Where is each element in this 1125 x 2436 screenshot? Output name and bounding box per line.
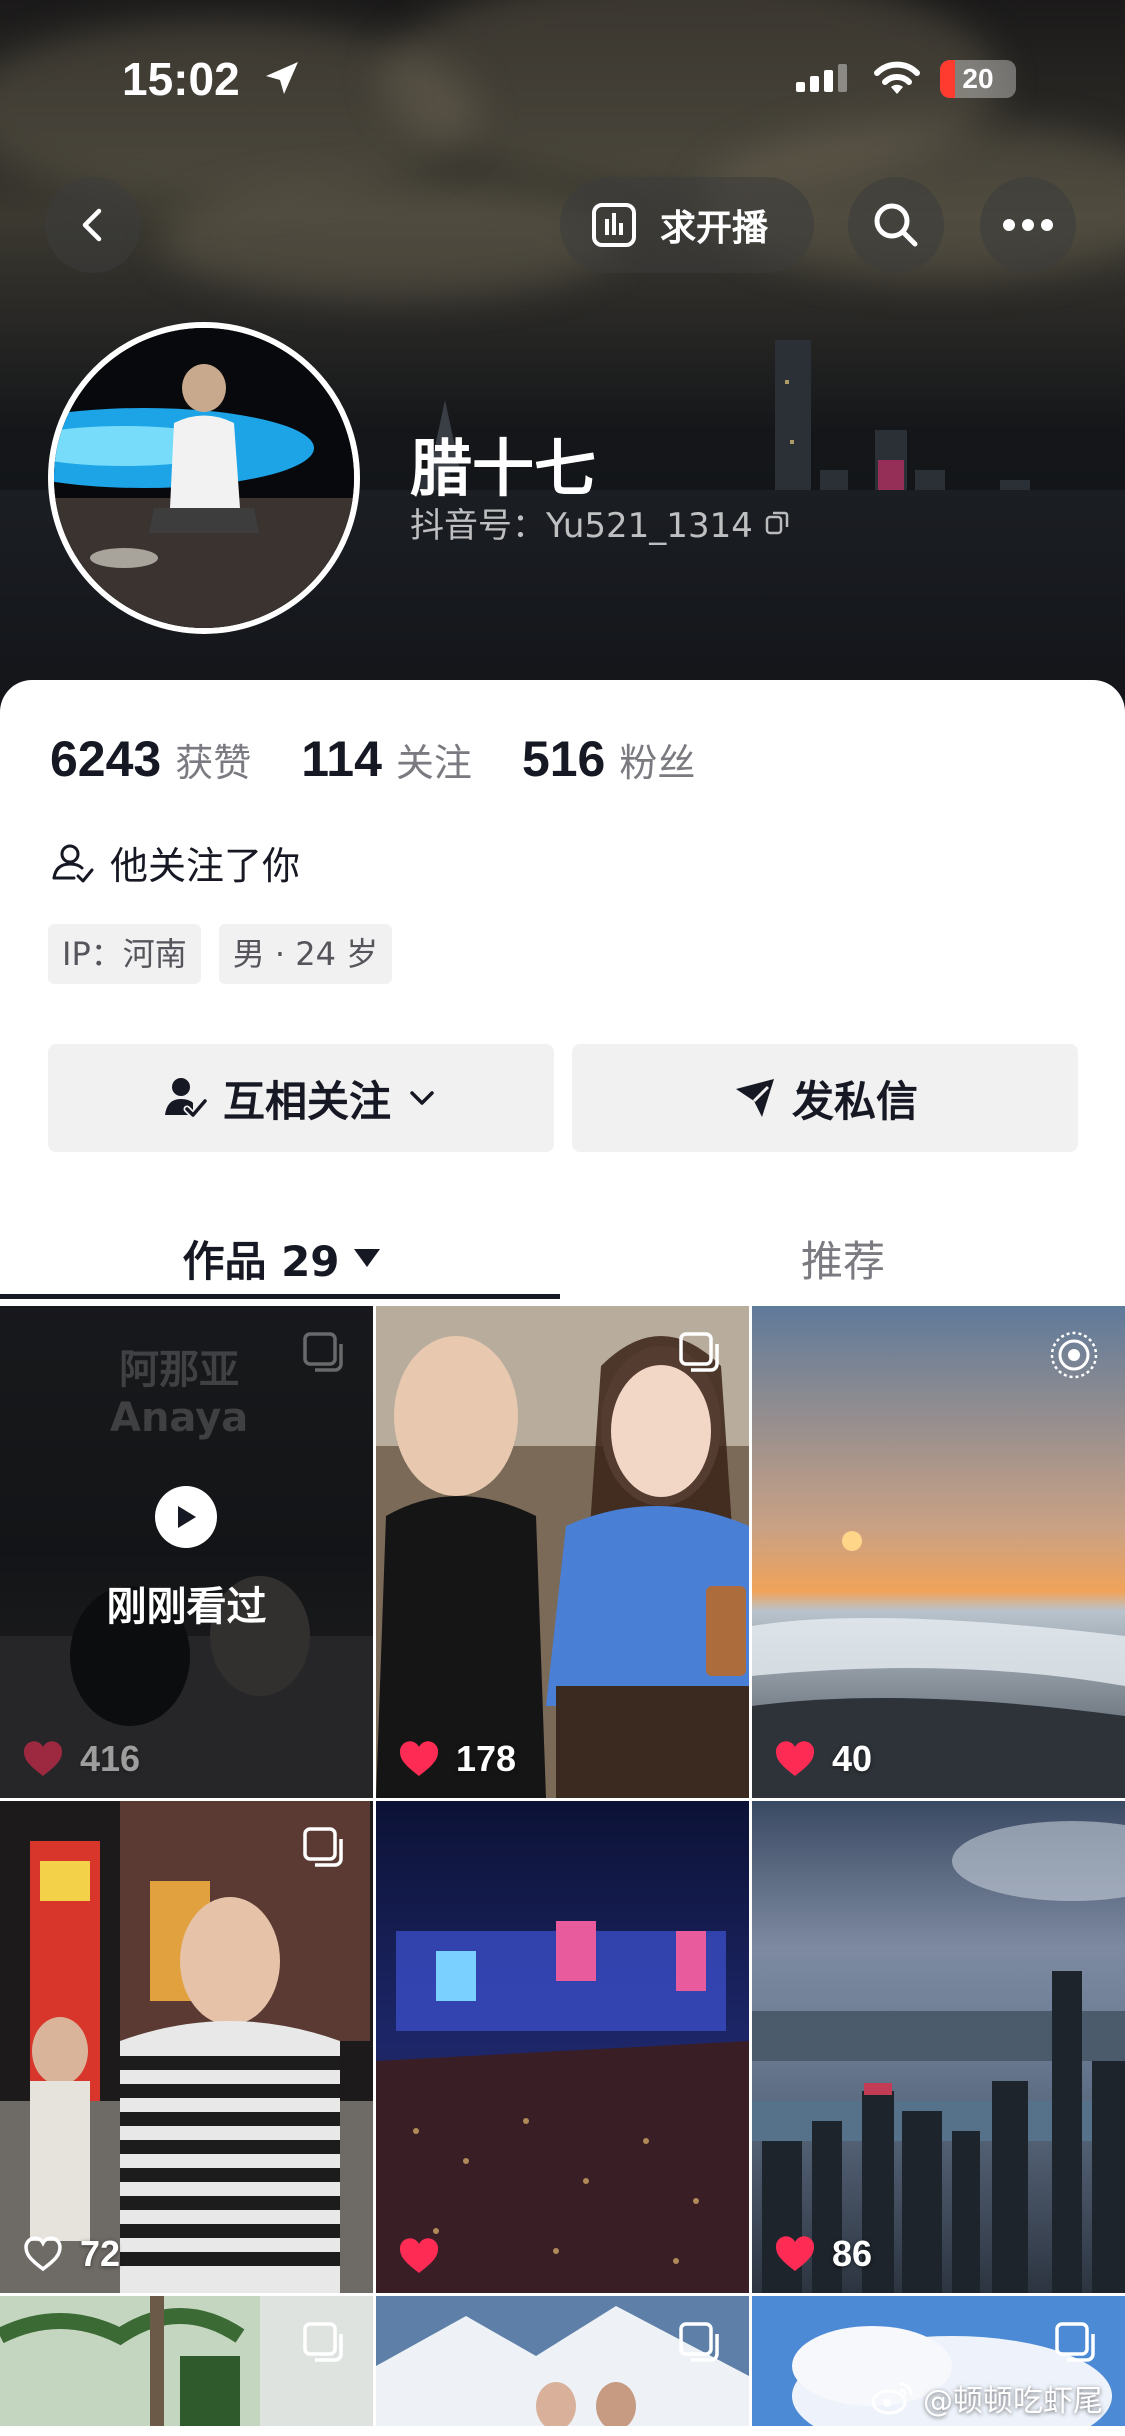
tab-recommend-label: 推荐: [800, 1236, 885, 1286]
video-thumbnail: [752, 1801, 1125, 2293]
video-tile[interactable]: 阿那亚 Anaya 刚刚看过 416: [0, 1306, 373, 1798]
chevron-left-icon: [82, 208, 102, 242]
send-message-label: 发私信: [791, 1076, 918, 1126]
like-count-value: 416: [80, 1738, 141, 1779]
more-button[interactable]: [980, 177, 1076, 273]
multi-image-icon: [1055, 2322, 1095, 2362]
stat-value: 516: [521, 731, 606, 787]
follows-you-text: 他关注了你: [110, 844, 301, 888]
like-count: 416: [22, 1738, 140, 1780]
status-time: 15:02: [122, 53, 240, 105]
video-tile[interactable]: 40: [752, 1306, 1125, 1798]
video-tile[interactable]: 86: [752, 1801, 1125, 2293]
search-icon: [874, 203, 918, 247]
battery-level: 20: [962, 63, 994, 94]
live-photo-icon: [1050, 1331, 1098, 1379]
battery-indicator: 20: [940, 60, 1016, 98]
stat-value: 6243: [50, 731, 162, 787]
more-dots-icon: [1003, 219, 1053, 231]
wifi-icon: [874, 61, 920, 94]
overlay-line: 阿那亚: [119, 1347, 240, 1393]
heart-filled-icon: [399, 1741, 439, 1776]
weibo-watermark: @顿顿吃虾尾: [871, 2376, 1103, 2420]
like-count-value: 72: [80, 2233, 121, 2274]
weibo-logo-icon: [871, 2382, 913, 2415]
video-tile[interactable]: [376, 1801, 749, 2293]
gender-age-tag: 男 · 24 岁: [218, 924, 393, 984]
tab-recommend[interactable]: 推荐: [562, 1198, 1124, 1318]
stats-row: 6243 获赞 114 关注 516 粉丝: [50, 730, 745, 788]
multi-image-icon: [303, 1332, 343, 1372]
mutual-follow-label: 互相关注: [222, 1076, 391, 1126]
content-tabs: 作品 29 推荐: [0, 1198, 1125, 1318]
user-follow-icon: [52, 844, 94, 882]
send-message-button[interactable]: 发私信: [572, 1044, 1078, 1152]
profile-name: 腊十七: [410, 432, 597, 505]
video-tile[interactable]: 178: [376, 1306, 749, 1798]
douyin-id[interactable]: 抖音号：Yu521_1314: [410, 498, 791, 547]
paper-plane-icon: [735, 1079, 774, 1117]
request-live-label: 求开播: [660, 208, 769, 249]
like-count-value: 178: [456, 1738, 517, 1779]
heart-filled-icon: [775, 2236, 815, 2271]
back-button[interactable]: [45, 177, 141, 273]
video-tile[interactable]: 72: [0, 1801, 373, 2293]
like-count: 178: [398, 1738, 516, 1780]
overlay-line: Anaya: [110, 1395, 249, 1441]
play-icon: [178, 1506, 196, 1528]
profile-tags: IP：河南 男 · 24 岁: [48, 924, 410, 984]
watermark-text: @顿顿吃虾尾: [923, 2384, 1103, 2419]
bar-chart-icon: [592, 203, 636, 247]
stat-following[interactable]: 114 关注: [301, 730, 472, 788]
heart-outline-icon: [24, 2236, 62, 2272]
mutual-follow-button[interactable]: 互相关注: [48, 1044, 554, 1152]
stat-value: 114: [301, 731, 382, 787]
stat-label: 粉丝: [619, 741, 696, 785]
user-check-icon: [164, 1078, 209, 1119]
stat-label: 关注: [395, 741, 472, 785]
video-overlay-text: 阿那亚 Anaya: [110, 1346, 248, 1442]
like-count: 86: [774, 2233, 872, 2275]
heart-filled-icon: [399, 2238, 439, 2273]
chevron-down-icon: [410, 1091, 434, 1105]
active-tab-indicator: [0, 1294, 560, 1299]
like-count: 72: [22, 2233, 120, 2275]
multi-image-icon: [679, 2322, 719, 2362]
video-thumbnail: [376, 1801, 749, 2293]
location-arrow-icon: [266, 62, 298, 94]
search-button[interactable]: [848, 177, 944, 273]
stat-likes[interactable]: 6243 获赞: [50, 730, 251, 788]
works-grid: 阿那亚 Anaya 刚刚看过 416 178 40 72 86: [0, 1306, 1125, 2426]
video-thumbnail: [0, 1801, 373, 2293]
play-button[interactable]: [155, 1486, 217, 1548]
heart-filled-icon: [775, 1741, 815, 1776]
copy-icon[interactable]: [763, 509, 791, 537]
multi-image-icon: [679, 1332, 719, 1372]
like-count-value: 40: [832, 1738, 873, 1779]
avatar[interactable]: [48, 322, 360, 634]
tab-works-label: 作品 29: [182, 1236, 340, 1286]
ip-location-tag: IP：河南: [48, 924, 201, 984]
multi-image-icon: [303, 2322, 343, 2362]
profile-actions: 互相关注 发私信: [48, 1044, 1078, 1152]
just-watched-label: 刚刚看过: [106, 1584, 267, 1630]
stat-followers[interactable]: 516 粉丝: [522, 730, 695, 788]
tab-works[interactable]: 作品 29: [0, 1198, 562, 1318]
dropdown-triangle-icon: [353, 1249, 380, 1267]
video-tile[interactable]: [0, 2296, 373, 2426]
stat-label: 获赞: [175, 741, 252, 785]
heart-filled-icon: [23, 1741, 63, 1776]
video-tile[interactable]: [376, 2296, 749, 2426]
video-thumbnail: [376, 1306, 749, 1798]
status-bar: 15:02 20: [0, 0, 1125, 150]
multi-image-icon: [303, 1827, 343, 1867]
like-count: [398, 2237, 456, 2275]
cellular-signal-icon: [796, 64, 847, 92]
follows-you-indicator: 他关注了你: [50, 835, 300, 890]
request-live-button[interactable]: 求开播: [560, 177, 814, 273]
douyin-id-text: 抖音号：Yu521_1314: [410, 506, 753, 546]
like-count-value: 86: [832, 2233, 873, 2274]
avatar-image: [54, 328, 354, 628]
like-count: 40: [774, 1738, 872, 1780]
